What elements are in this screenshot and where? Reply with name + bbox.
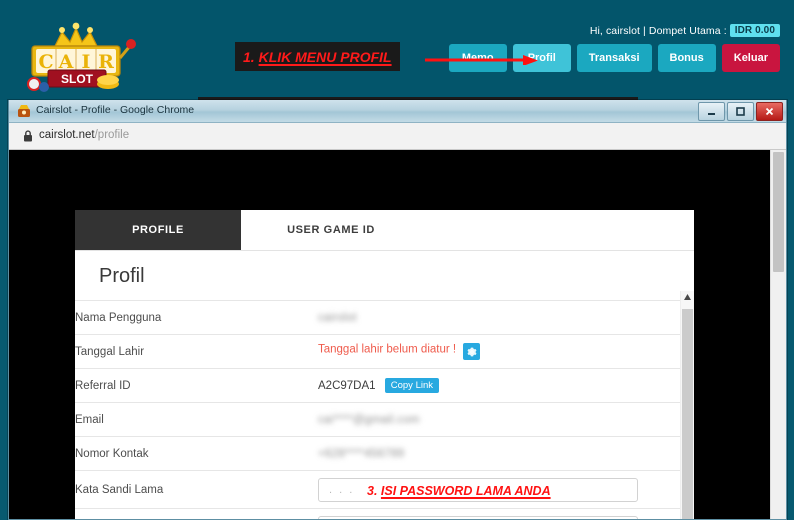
- birthdate-warning-text: Tanggal lahir belum diatur !: [318, 343, 457, 356]
- annotation-step-1: 1. KLIK MENU PROFIL: [235, 42, 400, 71]
- row-label-kata-sandi-lama: Kata Sandi Lama: [75, 470, 318, 509]
- referral-id-value: A2C97DA1: [318, 380, 376, 392]
- table-row: Tanggal Lahir Tanggal lahir belum diatur…: [75, 334, 694, 369]
- row-value-kata-sandi-lama: . . . 3. ISI PASSWORD LAMA ANDA: [318, 470, 694, 509]
- blurred-email: cai****@gmail.com: [318, 413, 420, 426]
- annotation-step-3-text: ISI PASSWORD LAMA ANDA: [380, 483, 551, 498]
- maximize-icon[interactable]: [727, 102, 754, 121]
- nav-button-keluar[interactable]: Keluar: [721, 44, 780, 72]
- card-scrollbar[interactable]: [680, 291, 694, 519]
- row-label-kata-sandi-baru: Kata Sandi Baru: [75, 508, 318, 519]
- browser-scrollbar[interactable]: [770, 150, 786, 519]
- row-value-nomor-kontak: +628****456789: [318, 436, 694, 471]
- row-value-referral-id: A2C97DA1 Copy Link: [318, 368, 694, 403]
- page-title: Profil: [99, 265, 145, 287]
- browser-title-bar[interactable]: Cairslot - Profile - Google Chrome: [9, 100, 786, 123]
- annotation-step-1-number: 1.: [243, 48, 255, 65]
- card-scrollbar-thumb[interactable]: [682, 309, 693, 519]
- browser-address-bar[interactable]: cairslot.net/profile: [9, 123, 786, 150]
- nav-button-bonus[interactable]: Bonus: [657, 44, 716, 72]
- nav-button-transaksi[interactable]: Transaksi: [576, 44, 652, 72]
- wallet-balance-badge: IDR 0.00: [729, 24, 780, 37]
- profile-tabs: PROFILE USER GAME ID: [75, 210, 694, 250]
- row-label-tanggal-lahir: Tanggal Lahir: [75, 334, 318, 369]
- copy-link-button[interactable]: Copy Link: [384, 378, 439, 393]
- table-row: Kata Sandi Lama . . . 3. ISI PASSWORD LA…: [75, 470, 694, 509]
- svg-text:SLOT: SLOT: [61, 72, 94, 86]
- table-row: Referral ID A2C97DA1 Copy Link: [75, 368, 694, 403]
- chrome-favicon-icon: [18, 105, 30, 117]
- tab-user-game-id[interactable]: USER GAME ID: [241, 210, 421, 250]
- greeting-text: Hi, cairslot | Dompet Utama :: [589, 25, 727, 37]
- table-row: Nomor Kontak +628****456789: [75, 436, 694, 471]
- row-label-referral-id: Referral ID: [75, 368, 318, 403]
- gear-icon[interactable]: [463, 343, 481, 360]
- annotation-arrow-to-profil: [425, 55, 538, 65]
- minimize-icon[interactable]: [698, 102, 725, 121]
- cairslot-logo: C A I R SLOT: [10, 18, 140, 94]
- user-wallet-bar: Hi, cairslot | Dompet Utama : IDR 0.00: [590, 24, 780, 37]
- profile-card: PROFILE USER GAME ID Profil Nama Penggun…: [75, 210, 694, 520]
- row-value-nama-pengguna: cairslot: [318, 300, 694, 335]
- row-label-nama-pengguna: Nama Pengguna: [75, 300, 318, 335]
- browser-scrollbar-thumb[interactable]: [773, 152, 784, 272]
- scroll-up-arrow-icon[interactable]: [684, 294, 691, 300]
- annotation-step-3: 3. ISI PASSWORD LAMA ANDA: [367, 479, 551, 503]
- page-viewport: PROFILE USER GAME ID Profil Nama Penggun…: [9, 150, 786, 520]
- row-value-tanggal-lahir: Tanggal lahir belum diatur !: [318, 334, 694, 369]
- old-password-input[interactable]: . . . 3. ISI PASSWORD LAMA ANDA: [318, 477, 638, 503]
- tab-profile[interactable]: PROFILE: [75, 210, 241, 250]
- table-row: Kata Sandi Baru . . . 4. ISI PASSWORD BA…: [75, 508, 694, 520]
- old-password-dots: . . .: [329, 483, 355, 496]
- table-row: Email cai****@gmail.com: [75, 402, 694, 437]
- blurred-phone: +628****456789: [318, 447, 405, 460]
- chrome-browser-window: Cairslot - Profile - Google Chrome cairs…: [8, 100, 787, 520]
- row-label-email: Email: [75, 402, 318, 437]
- site-header: C A I R SLOT Hi, cairslot | Dompet Utama…: [0, 0, 794, 100]
- row-value-email: cai****@gmail.com: [318, 402, 694, 437]
- lock-icon: [24, 130, 32, 142]
- url-text: cairslot.net/profile: [39, 129, 129, 141]
- new-password-input[interactable]: . . . 4. ISI PASSWORD BARU ANDA: [318, 515, 638, 520]
- annotation-step-1-text: KLIK MENU PROFIL: [258, 48, 392, 65]
- tabs-filler: [421, 210, 694, 250]
- blurred-username: cairslot: [318, 311, 357, 324]
- annotation-step-3-number: 3.: [367, 483, 378, 498]
- profile-table: Nama Pengguna cairslot Tanggal Lahir Tan…: [75, 300, 694, 520]
- browser-window-title: Cairslot - Profile - Google Chrome: [36, 104, 195, 116]
- window-controls: [698, 102, 783, 121]
- row-label-nomor-kontak: Nomor Kontak: [75, 436, 318, 471]
- url-path: /profile: [94, 129, 130, 141]
- profile-card-body: Profil Nama Pengguna cairslot Tanggal La…: [75, 250, 694, 520]
- row-value-kata-sandi-baru: . . . 4. ISI PASSWORD BARU ANDA: [318, 508, 694, 520]
- table-row: Nama Pengguna cairslot: [75, 300, 694, 335]
- annotation-step-4: 4. ISI PASSWORD BARU ANDA: [367, 517, 551, 520]
- close-icon[interactable]: [756, 102, 783, 121]
- url-host: cairslot.net: [39, 129, 95, 141]
